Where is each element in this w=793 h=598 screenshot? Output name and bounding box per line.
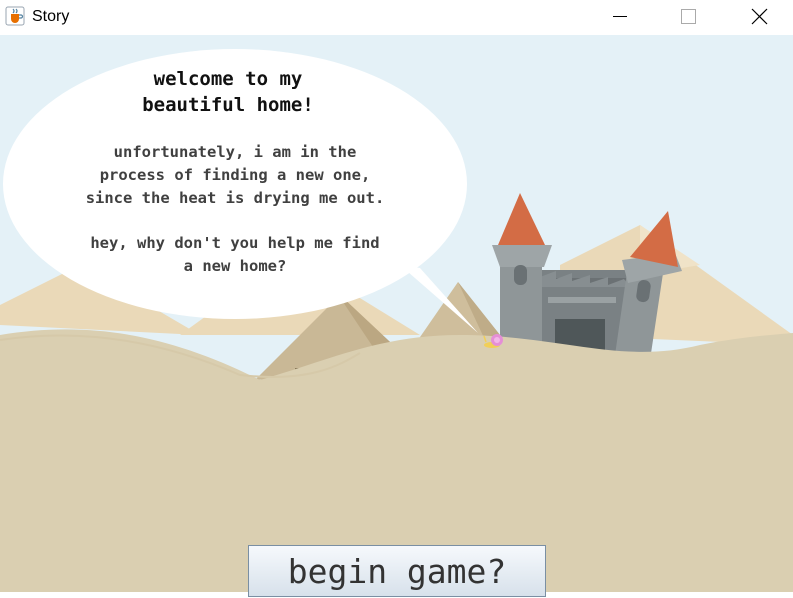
speech-bubble-title: welcome to my beautiful home!: [142, 68, 314, 116]
minimize-icon[interactable]: [597, 0, 643, 33]
desert-background: [0, 35, 793, 592]
title-bar[interactable]: Story: [0, 0, 793, 35]
begin-game-button[interactable]: begin game?: [248, 545, 546, 597]
game-scene: welcome to my beautiful home! unfortunat…: [0, 35, 793, 592]
maximize-icon[interactable]: [664, 0, 710, 33]
close-icon[interactable]: [736, 0, 782, 33]
speech-bubble-paragraph-1: unfortunately, i am in the process of fi…: [85, 143, 385, 207]
speech-bubble-paragraph-2: hey, why don't you help me find a new ho…: [90, 234, 380, 275]
window-title: Story: [32, 8, 70, 25]
java-coffee-cup-icon: [5, 6, 25, 26]
